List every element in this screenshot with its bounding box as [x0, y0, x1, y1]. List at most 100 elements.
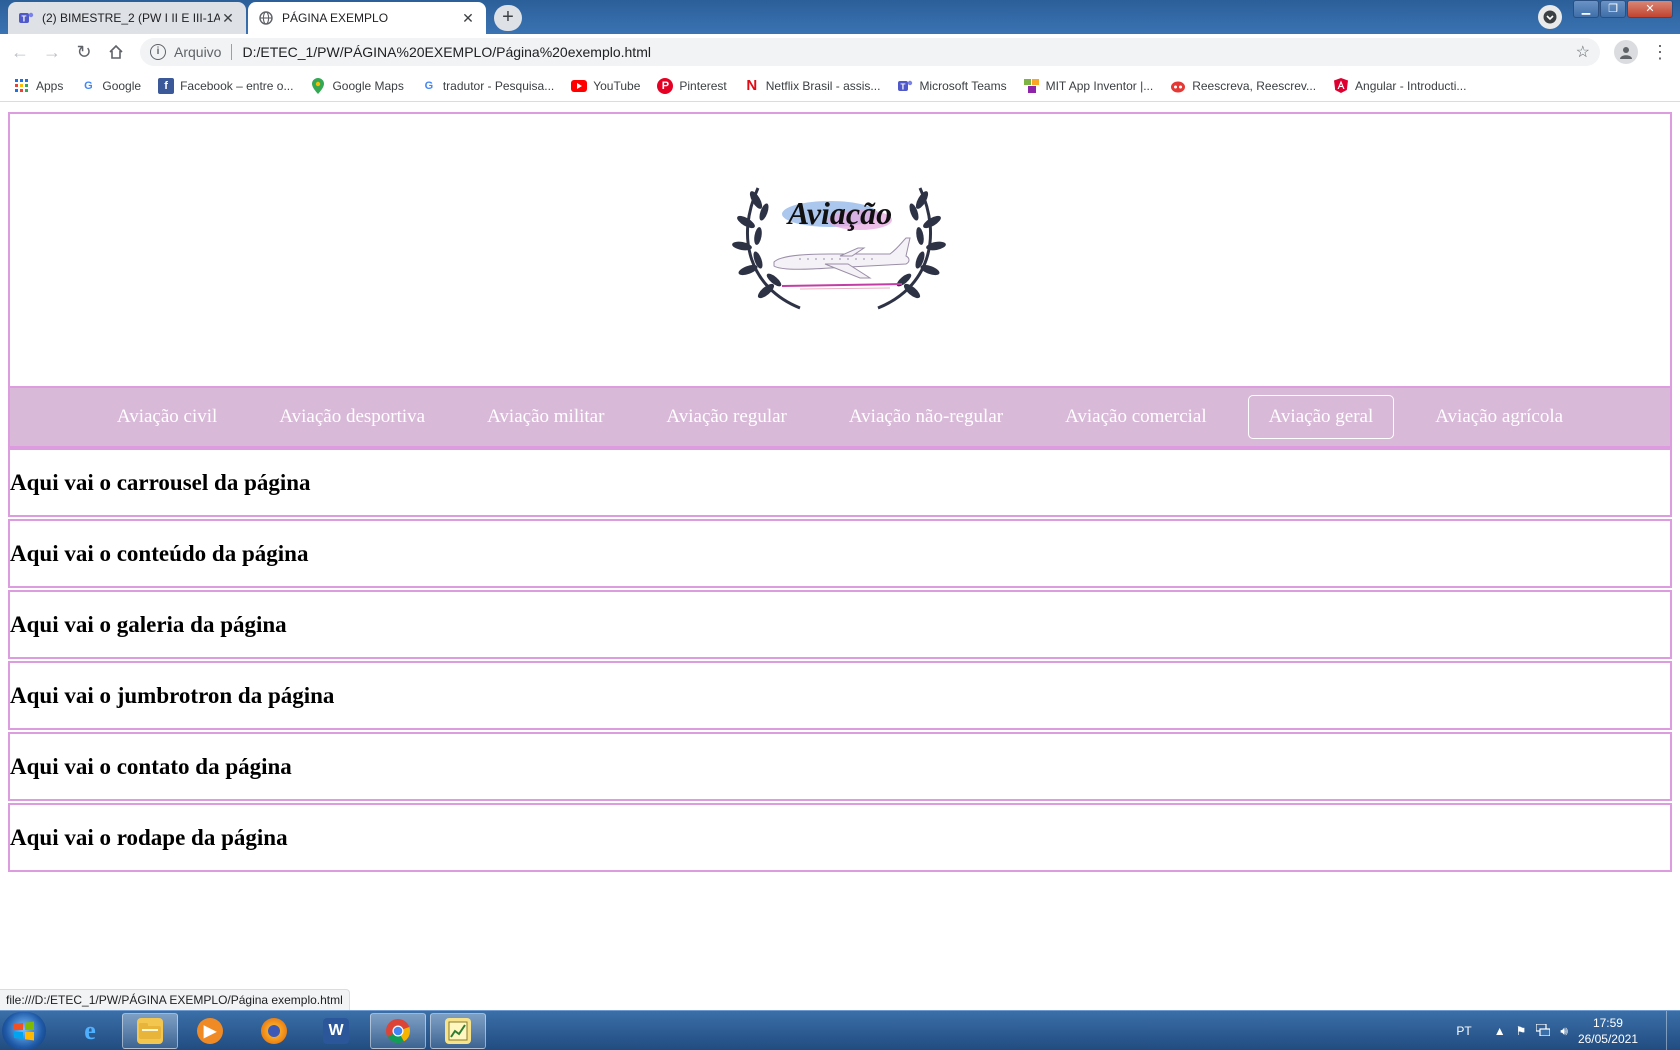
clock-date: 26/05/2021 [1577, 1032, 1638, 1046]
show-desktop-button[interactable] [1666, 1011, 1680, 1050]
bookmark-label: Netflix Brasil - assis... [765, 78, 881, 93]
start-button[interactable] [2, 1012, 46, 1050]
close-tab-icon[interactable]: ✕ [460, 10, 476, 27]
close-window-icon[interactable]: ✕ [1627, 0, 1673, 18]
bookmark-google-maps[interactable]: Google Maps [310, 77, 404, 94]
bookmark-star-icon[interactable]: ☆ [1576, 42, 1590, 62]
apps-grid-icon [14, 78, 30, 94]
forward-arrow-icon[interactable]: → [36, 36, 68, 68]
clock-time: 17:59 [1592, 1016, 1623, 1030]
content-section: Aqui vai o conteúdo da página [8, 519, 1672, 588]
section-heading: Aqui vai o galeria da página [10, 611, 287, 637]
profile-avatar-icon[interactable] [1614, 40, 1638, 64]
restore-window-icon[interactable]: ❐ [1600, 0, 1626, 18]
bookmarks-bar: Apps G Google f Facebook – entre o... Go… [0, 70, 1680, 102]
bookmark-mit-app-inventor[interactable]: MIT App Inventor |... [1023, 78, 1154, 94]
show-hidden-icons-icon[interactable]: ▲ [1494, 1024, 1506, 1038]
reload-icon[interactable]: ↻ [68, 36, 100, 68]
app-inventor-icon [1023, 78, 1040, 94]
section-heading: Aqui vai o contato da página [10, 753, 292, 779]
system-tray: PT ▲ ⚑ 🔊︎ 17:59 26/05/2021 [1456, 1011, 1680, 1050]
close-tab-icon[interactable]: ✕ [220, 10, 236, 27]
nav-link-aviacao-geral[interactable]: Aviação geral [1247, 395, 1395, 439]
browser-tab-pagina-exemplo[interactable]: PÁGINA EXEMPLO ✕ [248, 2, 486, 34]
bookmark-label: Angular - Introducti... [1355, 78, 1467, 93]
bookmark-reescreva[interactable]: Reescreva, Reescrev... [1170, 78, 1316, 94]
microsoft-teams-icon: T [18, 10, 34, 26]
nav-link-aviacao-comercial[interactable]: Aviação comercial [1044, 395, 1228, 439]
aviacao-logo: Aviação [730, 178, 950, 323]
window-controls: ▁ ❐ ✕ [1572, 0, 1680, 20]
nav-link-aviacao-agricola[interactable]: Aviação agrícola [1414, 395, 1584, 439]
svg-text:T: T [901, 82, 906, 91]
bookmark-tradutor[interactable]: G tradutor - Pesquisa... [421, 78, 555, 94]
back-arrow-icon[interactable]: ← [4, 36, 36, 68]
nav-link-aviacao-regular[interactable]: Aviação regular [645, 395, 807, 439]
page-content: Aviação Aviação civil Aviação desportiva… [8, 112, 1672, 872]
address-divider [231, 44, 233, 60]
browser-tab-teams[interactable]: T (2) BIMESTRE_2 (PW I II E III-1A-C ✕ [8, 2, 246, 34]
minimize-window-icon[interactable]: ▁ [1573, 0, 1599, 18]
bookmark-label: Microsoft Teams [919, 78, 1007, 93]
info-icon[interactable]: i [150, 44, 166, 60]
logo-title: Aviação [786, 195, 892, 231]
main-navbar: Aviação civil Aviação desportiva Aviação… [8, 388, 1672, 448]
jumbotron-section: Aqui vai o jumbrotron da página [8, 661, 1672, 730]
tab-search-icon[interactable] [1538, 5, 1562, 29]
google-icon: G [424, 79, 434, 92]
new-tab-button[interactable]: + [494, 5, 522, 31]
taskbar-word[interactable]: W [308, 1013, 364, 1049]
nav-link-aviacao-civil[interactable]: Aviação civil [96, 395, 238, 439]
nav-link-aviacao-desportiva[interactable]: Aviação desportiva [258, 395, 446, 439]
home-icon[interactable] [100, 36, 132, 68]
section-heading: Aqui vai o jumbrotron da página [10, 682, 335, 708]
address-url: D:/ETEC_1/PW/PÁGINA%20EXEMPLO/Página%20e… [242, 44, 651, 60]
bookmark-label: YouTube [593, 78, 641, 93]
address-bar[interactable]: i Arquivo D:/ETEC_1/PW/PÁGINA%20EXEMPLO/… [140, 38, 1600, 66]
bookmark-youtube[interactable]: YouTube [571, 78, 640, 94]
language-indicator[interactable]: PT [1456, 1024, 1471, 1038]
section-heading: Aqui vai o rodape da página [10, 824, 288, 850]
bookmark-label: Pinterest [679, 78, 727, 93]
taskbar-internet-explorer[interactable]: e [62, 1013, 118, 1049]
nav-link-aviacao-nao-regular[interactable]: Aviação não-regular [828, 395, 1024, 439]
bookmark-google[interactable]: G Google [80, 78, 141, 94]
link-status-bubble: file:///D:/ETEC_1/PW/PÁGINA EXEMPLO/Pági… [0, 989, 350, 1011]
bookmark-angular[interactable]: Angular - Introducti... [1333, 78, 1466, 94]
bookmark-pinterest[interactable]: P Pinterest [657, 77, 727, 94]
section-heading: Aqui vai o conteúdo da página [10, 540, 309, 566]
bookmark-label: MIT App Inventor |... [1045, 78, 1154, 93]
taskbar-chrome[interactable] [370, 1013, 426, 1049]
network-icon[interactable] [1535, 1022, 1551, 1039]
tab-title: (2) BIMESTRE_2 (PW I II E III-1A-C [42, 11, 220, 25]
browser-tab-strip: T (2) BIMESTRE_2 (PW I II E III-1A-C ✕ P… [0, 0, 1680, 34]
bookmark-label: Reescreva, Reescrev... [1192, 78, 1317, 93]
youtube-icon [571, 78, 588, 94]
word-icon: W [323, 1018, 349, 1044]
bookmark-apps[interactable]: Apps [14, 78, 63, 94]
chrome-icon [385, 1018, 411, 1044]
internet-explorer-icon: e [84, 1016, 96, 1045]
action-center-flag-icon[interactable]: ⚑ [1516, 1024, 1527, 1038]
section-heading: Aqui vai o carrousel da página [10, 469, 311, 495]
angular-icon [1333, 78, 1349, 94]
taskbar-clock[interactable]: 17:59 26/05/2021 [1578, 1015, 1638, 1047]
nav-link-aviacao-militar[interactable]: Aviação militar [466, 395, 625, 439]
taskbar-notepad-chart[interactable] [430, 1013, 486, 1049]
bookmark-netflix[interactable]: N Netflix Brasil - assis... [744, 77, 881, 94]
netflix-icon: N [746, 77, 758, 94]
taskbar-firefox[interactable] [246, 1013, 302, 1049]
taskbar-media-player[interactable]: ▶ [182, 1013, 238, 1049]
notepad-chart-icon [445, 1018, 471, 1044]
facebook-icon: f [158, 77, 175, 94]
volume-icon[interactable]: 🔊︎ [1560, 1024, 1568, 1039]
taskbar-file-explorer[interactable] [122, 1013, 178, 1049]
bookmark-microsoft-teams[interactable]: T Microsoft Teams [897, 78, 1007, 94]
svg-text:T: T [22, 15, 27, 24]
bookmark-label: Facebook – entre o... [180, 78, 294, 93]
pinterest-icon: P [657, 77, 674, 94]
browser-menu-icon[interactable]: ⋮ [1648, 40, 1672, 64]
bookmark-facebook[interactable]: f Facebook – entre o... [158, 77, 294, 94]
media-player-icon: ▶ [197, 1018, 223, 1044]
reescreva-icon [1170, 78, 1186, 94]
